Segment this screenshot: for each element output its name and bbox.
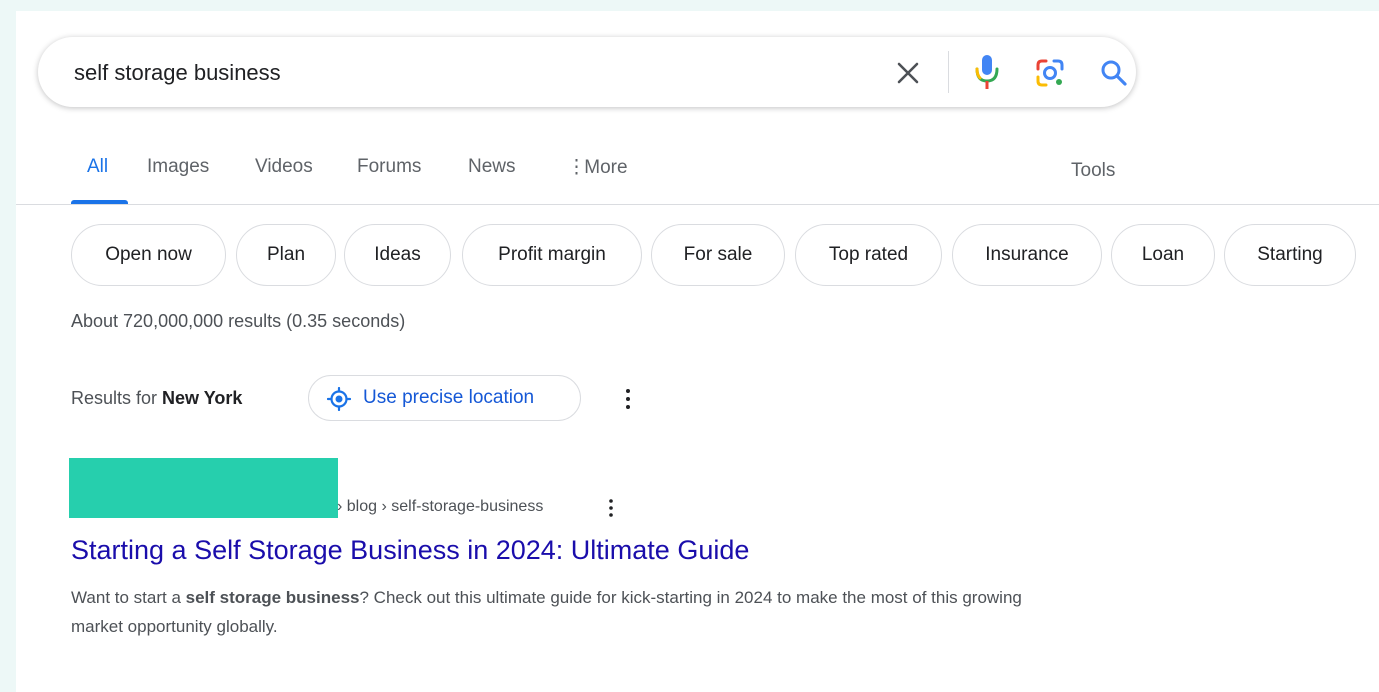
search-results-page: All Images Videos Forums News ⋮ More Too…	[16, 11, 1379, 692]
location-icon	[326, 386, 352, 412]
chip-insurance[interactable]: Insurance	[952, 224, 1102, 286]
location-prefix: Results for	[71, 388, 163, 408]
precise-location-button[interactable]: Use precise location	[308, 375, 581, 421]
mic-icon[interactable]	[974, 53, 1000, 91]
location-label: Results for New York	[71, 388, 242, 409]
tab-more[interactable]: ⋮ More	[567, 156, 628, 179]
result-snippet: Want to start a self storage business? C…	[71, 583, 1051, 641]
tab-news[interactable]: News	[468, 156, 516, 178]
chip-ideas[interactable]: Ideas	[344, 224, 451, 286]
chip-for-sale[interactable]: For sale	[651, 224, 785, 286]
chip-open-now[interactable]: Open now	[71, 224, 226, 286]
chip-profit-margin[interactable]: Profit margin	[462, 224, 642, 286]
chip-plan[interactable]: Plan	[236, 224, 336, 286]
search-input[interactable]	[72, 57, 836, 89]
search-divider	[948, 51, 949, 93]
chip-starting[interactable]: Starting	[1224, 224, 1356, 286]
tab-videos[interactable]: Videos	[255, 156, 313, 178]
result-stats: About 720,000,000 results (0.35 seconds)	[71, 311, 406, 331]
search-icon[interactable]	[1098, 57, 1130, 89]
precise-location-label: Use precise location	[363, 387, 535, 408]
redacted-site-info	[69, 458, 338, 518]
more-vert-icon[interactable]	[616, 386, 640, 412]
lens-icon[interactable]	[1034, 57, 1066, 89]
tab-all[interactable]: All	[87, 156, 108, 178]
tab-more-label: More	[584, 157, 628, 178]
location-place: New York	[162, 388, 243, 408]
tabs-divider	[16, 204, 1379, 205]
clear-icon[interactable]	[894, 59, 922, 87]
chip-loan[interactable]: Loan	[1111, 224, 1215, 286]
search-bar[interactable]	[38, 37, 1136, 107]
result-title-link[interactable]: Starting a Self Storage Business in 2024…	[71, 535, 749, 566]
tools-button[interactable]: Tools	[1071, 160, 1115, 182]
tab-forums[interactable]: Forums	[357, 156, 421, 178]
result-breadcrumb[interactable]: › blog › self-storage-business	[337, 498, 543, 516]
more-vert-icon: ⋮	[567, 157, 586, 178]
snippet-text-before: Want to start a	[71, 588, 186, 607]
more-vert-icon[interactable]	[601, 497, 621, 519]
chip-top-rated[interactable]: Top rated	[795, 224, 942, 286]
tab-images[interactable]: Images	[147, 156, 209, 178]
snippet-highlight: self storage business	[185, 588, 360, 607]
